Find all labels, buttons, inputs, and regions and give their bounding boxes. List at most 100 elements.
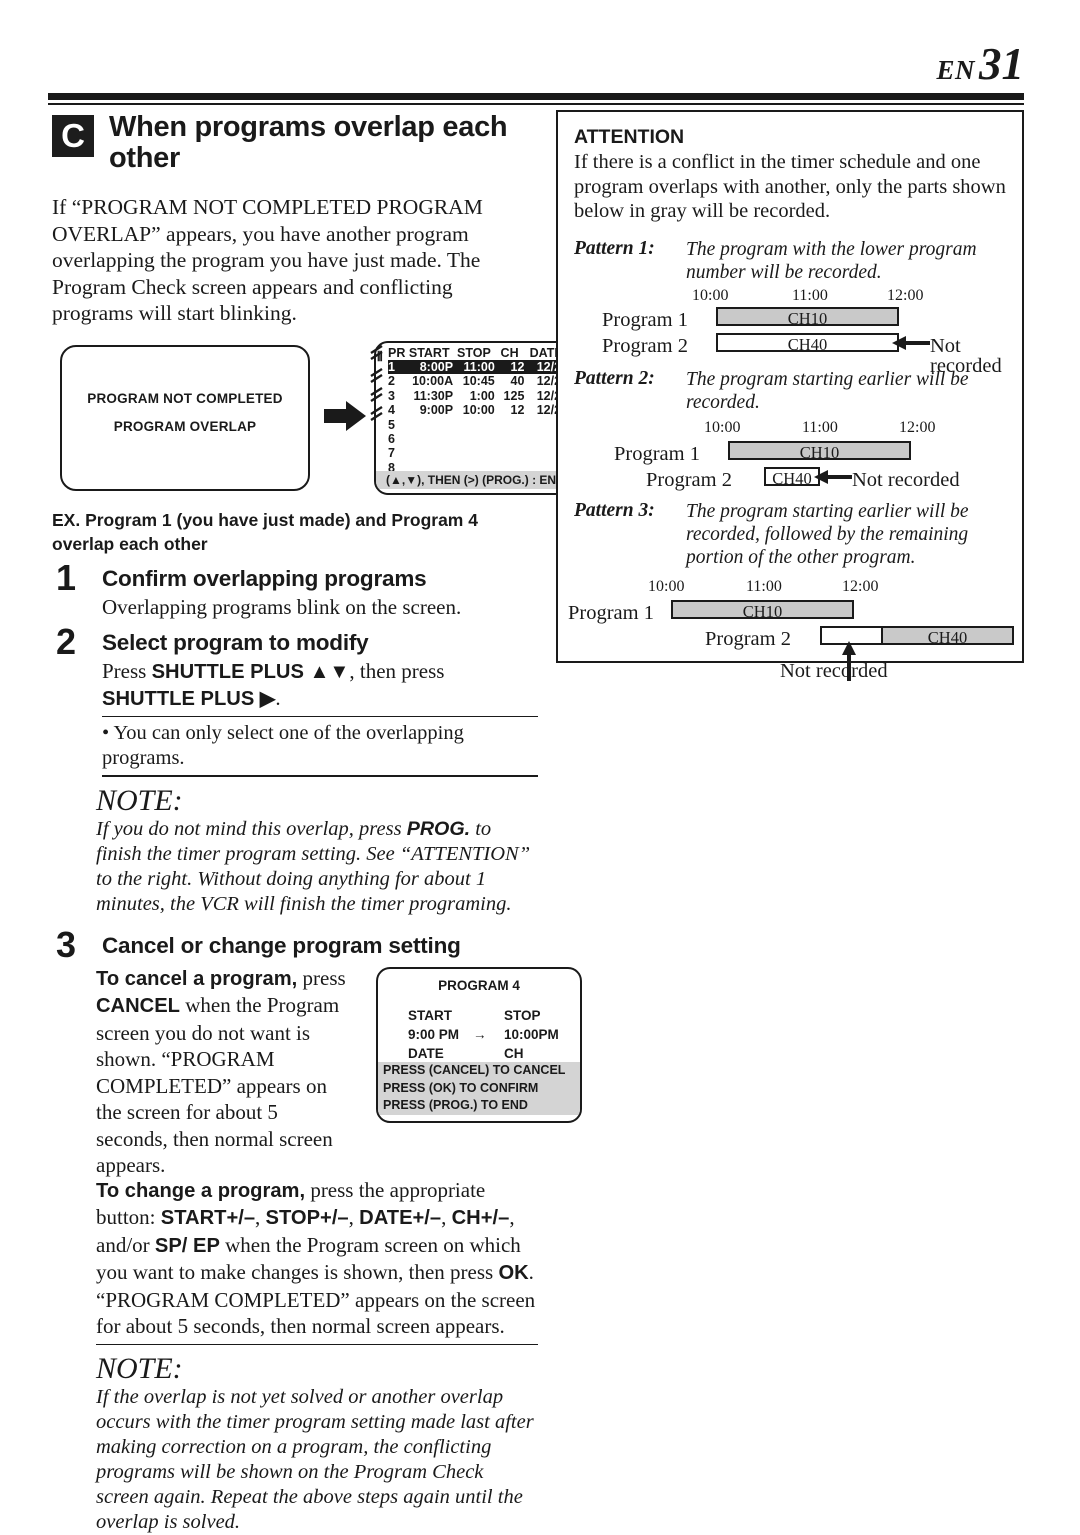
pattern-2-tick-10: 10:00 xyxy=(704,418,741,436)
section-intro-text: If “PROGRAM NOT COMPLETED PROGRAM OVERLA… xyxy=(52,195,483,325)
pattern-2-bar-program2: CH40 xyxy=(764,466,820,486)
pattern-2-description: The program starting earlier will be rec… xyxy=(686,368,969,413)
osd-stop-value: 10:00PM xyxy=(504,1026,559,1042)
osd-overlap-message-screen: PROGRAM NOT COMPLETED PROGRAM OVERLAP xyxy=(60,344,310,491)
cell-pr: 2 xyxy=(388,374,395,389)
pattern-1-block: Pattern 1: The program with the lower pr… xyxy=(574,238,1010,284)
step-1-body: Overlapping programs blink on the screen… xyxy=(102,594,462,619)
pattern-2-tick-11: 11:00 xyxy=(802,418,838,436)
osd-start-label: START xyxy=(408,1007,452,1023)
table-row: 1 8:00P 11:00 12 12/24 xyxy=(388,359,568,375)
note-1-body: If you do not mind this overlap, press P… xyxy=(96,817,531,915)
cell-stop xyxy=(453,432,495,446)
osd-footer-hint: (▲,▼), THEN (>) (PROG.) : END xyxy=(376,470,582,489)
pattern-2-row-label-2: Program 2 xyxy=(646,468,732,491)
pattern-1-arrow-icon xyxy=(892,335,930,350)
pattern-3-description: The program starting earlier will be rec… xyxy=(686,500,969,568)
pattern-1-chart: 10:00 11:00 12:00 Program 1 CH10 Program… xyxy=(574,286,1010,376)
pattern-2-row-label-1: Program 1 xyxy=(614,442,700,465)
pattern-3-row-label-2: Program 2 xyxy=(705,627,791,650)
pattern-2-bar-program1: CH10 xyxy=(728,440,911,460)
osd-screens-figure: PROGRAM NOT COMPLETED PROGRAM OVERLAP ⦀ … xyxy=(52,339,584,495)
osd-program4-screen: PROGRAM 4 START STOP 9:00 PM → 10:00PM D… xyxy=(376,966,582,1123)
cancel-program-figure: To cancel a program, press CANCEL when t… xyxy=(52,965,582,1177)
table-row: 2 10:00A 10:45 40 12/25 xyxy=(388,374,568,388)
table-row: 4 9:00P 10:00 12 12/24 xyxy=(388,403,568,417)
step-2: 2 Select program to modify Press SHUTTLE… xyxy=(52,623,538,712)
pattern-1-bar-program2: CH40 xyxy=(716,332,899,352)
program-check-body: 1 8:00P 11:00 12 12/24 2 10:00A 10:45 40 12/25 3 11… xyxy=(388,359,568,475)
col-stop: STOP xyxy=(457,345,491,360)
cell-start: 10:00A xyxy=(412,374,454,389)
step-2-body: Press SHUTTLE PLUS ▲▼, then press SHUTTL… xyxy=(102,658,445,710)
osd-message-line1: PROGRAM NOT COMPLETED xyxy=(87,390,283,406)
attention-heading: ATTENTION xyxy=(574,126,685,148)
osd-program4-footer: PRESS (CANCEL) TO CANCEL PRESS (OK) TO C… xyxy=(378,1062,580,1115)
cell-stop xyxy=(453,446,495,460)
osd-program4-title: PROGRAM 4 xyxy=(438,977,520,993)
cell-start: 11:30P xyxy=(413,388,454,403)
step-1: 1 Confirm overlapping programs Overlappi… xyxy=(52,559,538,620)
step-3-title: Cancel or change program setting xyxy=(102,932,461,958)
program-check-table: PR START STOP CH DATE 1 8:00P 11:00 12 12/24… xyxy=(388,346,568,476)
note-2-body: If the overlap is not yet solved or anot… xyxy=(96,1386,534,1534)
section-title: When programs overlap each other xyxy=(109,111,508,174)
col-ch: CH xyxy=(500,345,519,360)
cell-start xyxy=(405,432,453,446)
cell-ch xyxy=(495,418,525,432)
cell-pr: 3 xyxy=(388,388,395,403)
cell-pr: 4 xyxy=(388,403,395,418)
note-2-heading: NOTE: xyxy=(96,1352,183,1386)
page-header: EN31 xyxy=(48,42,1024,92)
page-lang-label: EN xyxy=(936,55,975,85)
pattern-3-label: Pattern 3: xyxy=(574,499,655,521)
pattern-2-annotation: Not recorded xyxy=(852,468,960,491)
step-2-title: Select program to modify xyxy=(102,629,369,655)
section-badge-c: C xyxy=(52,115,94,157)
cell-ch xyxy=(495,432,525,446)
pattern-2-label: Pattern 2: xyxy=(574,367,655,389)
pattern-2-tick-12: 12:00 xyxy=(899,418,936,436)
cell-pr: 5 xyxy=(388,417,395,432)
cell-ch: 12 xyxy=(510,403,525,418)
cell-pr: 7 xyxy=(388,446,395,461)
pattern-2-chart: 10:00 11:00 12:00 Program 1 CH10 Program… xyxy=(574,418,1010,490)
cancel-program-text: To cancel a program, press CANCEL when t… xyxy=(96,965,346,1178)
pattern-3-chart: 10:00 11:00 12:00 Program 1 CH10 Program… xyxy=(568,573,1014,683)
pattern-3-tick-11: 11:00 xyxy=(746,577,782,595)
cell-start: 9:00P xyxy=(419,403,454,418)
page-number: 31 xyxy=(979,39,1024,89)
table-row: 5 xyxy=(388,418,568,432)
step-1-title: Confirm overlapping programs xyxy=(102,565,427,591)
pattern-3-row-label-1: Program 1 xyxy=(568,601,654,624)
pattern-1-tick-11: 11:00 xyxy=(792,286,828,304)
cell-ch: 40 xyxy=(510,374,525,389)
cell-stop xyxy=(453,418,495,432)
divider-above-bullet xyxy=(102,715,538,718)
attention-box: ATTENTION If there is a conflict in the … xyxy=(556,110,1024,681)
osd-arrow-icon: → xyxy=(473,1026,487,1042)
osd-start-value: 9:00 PM xyxy=(408,1026,460,1042)
table-row: 6 xyxy=(388,432,568,446)
cell-pr: 1 xyxy=(388,359,395,374)
pattern-1-label: Pattern 1: xyxy=(574,237,655,259)
cell-ch: 125 xyxy=(503,388,525,403)
program-check-table-wrap: PR START STOP CH DATE 1 8:00P 11:00 12 12/24… xyxy=(388,346,568,476)
pattern-3-annotation: Not recorded xyxy=(780,659,888,682)
table-row: 7 xyxy=(388,446,568,460)
osd-ch-label: CH xyxy=(504,1045,524,1061)
cell-ch xyxy=(495,446,525,460)
change-program-text: To change a program, press the appropria… xyxy=(96,1177,536,1339)
cell-stop: 11:00 xyxy=(463,359,495,374)
osd-footer-line-1: PRESS (CANCEL) TO CANCEL xyxy=(383,1063,566,1078)
note-1-heading: NOTE: xyxy=(96,783,183,817)
cell-ch: 12 xyxy=(510,359,525,374)
divider-above-note2 xyxy=(96,1343,538,1346)
pattern-3-bar-program2-recorded: CH40 xyxy=(881,625,1014,645)
osd-footer-line-2: PRESS (OK) TO CONFIRM xyxy=(383,1080,539,1095)
pattern-3-tick-12: 12:00 xyxy=(842,577,879,595)
pattern-3-tick-10: 10:00 xyxy=(648,577,685,595)
step-1-number: 1 xyxy=(56,556,77,598)
manual-page: EN31 C When programs overlap each other … xyxy=(0,0,1080,1533)
section-heading: C When programs overlap each other xyxy=(52,112,538,188)
